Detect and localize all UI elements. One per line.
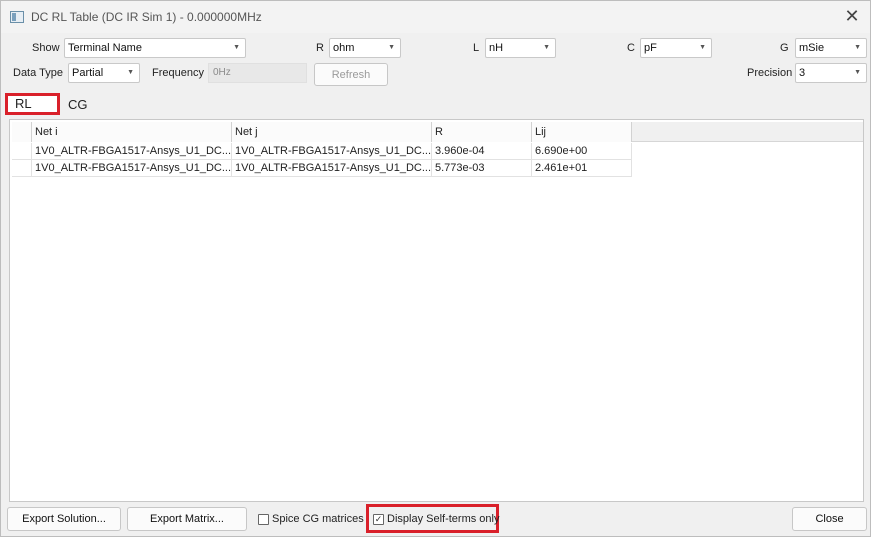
r-unit-value: ohm — [333, 42, 355, 54]
chevron-down-icon: ▼ — [699, 44, 706, 51]
cell-lij[interactable]: 6.690e+00 — [532, 143, 632, 160]
checkbox-box[interactable] — [258, 514, 269, 525]
g-unit-label: G — [780, 42, 789, 54]
l-unit-label: L — [473, 42, 480, 54]
l-unit-value: nH — [489, 42, 504, 54]
spice-cg-checkbox[interactable]: Spice CG matrices — [258, 513, 364, 527]
r-unit-select[interactable]: ohm ▼ — [329, 38, 401, 58]
precision-select[interactable]: 3 ▼ — [795, 63, 867, 83]
export-matrix-button[interactable]: Export Matrix... — [127, 507, 247, 531]
column-header-net-i[interactable]: Net i — [32, 122, 232, 142]
cell-net-j[interactable]: 1V0_ALTR-FBGA1517-Ansys_U1_DC... — [232, 143, 432, 160]
g-unit-value: mSie — [799, 42, 825, 54]
column-header-lij[interactable]: Lij — [532, 122, 632, 142]
frequency-field[interactable]: 0Hz — [208, 63, 307, 83]
cell-r[interactable]: 5.773e-03 — [432, 160, 532, 177]
g-unit-select[interactable]: mSie ▼ — [795, 38, 867, 58]
c-unit-select[interactable]: pF ▼ — [640, 38, 712, 58]
data-type-label: Data Type — [13, 67, 63, 79]
show-select-value: Terminal Name — [68, 42, 142, 54]
frequency-label: Frequency — [152, 67, 204, 79]
show-select[interactable]: Terminal Name ▼ — [64, 38, 246, 58]
column-header-net-j[interactable]: Net j — [232, 122, 432, 142]
r-unit-label: R — [316, 42, 324, 54]
close-button[interactable]: Close — [792, 507, 867, 531]
row-header-corner — [12, 122, 32, 142]
table-header: Net i Net j R Lij — [12, 122, 863, 142]
chevron-down-icon: ▼ — [127, 69, 134, 76]
chevron-down-icon: ▼ — [388, 44, 395, 51]
data-type-select[interactable]: Partial ▼ — [68, 63, 140, 83]
close-window-icon[interactable]: ✕ — [842, 7, 862, 27]
chevron-down-icon: ▼ — [543, 44, 550, 51]
window-title: DC RL Table (DC IR Sim 1) - 0.000000MHz — [31, 10, 262, 24]
cell-net-j[interactable]: 1V0_ALTR-FBGA1517-Ansys_U1_DC... — [232, 160, 432, 177]
dc-rl-table-window: DC RL Table (DC IR Sim 1) - 0.000000MHz … — [0, 0, 871, 537]
title-bar: DC RL Table (DC IR Sim 1) - 0.000000MHz … — [1, 1, 870, 33]
spice-cg-label: Spice CG matrices — [272, 513, 364, 525]
row-header[interactable] — [12, 143, 32, 160]
precision-value: 3 — [799, 67, 806, 79]
tab-rl[interactable]: RL — [5, 93, 60, 115]
column-header-r[interactable]: R — [432, 122, 532, 142]
show-label: Show — [32, 42, 60, 54]
tab-cg[interactable]: CG — [68, 97, 88, 112]
chevron-down-icon: ▼ — [233, 44, 240, 51]
rl-table-panel: Net i Net j R Lij 1V0_ALTR-FBGA1517-Ansy… — [9, 119, 864, 502]
cell-lij[interactable]: 2.461e+01 — [532, 160, 632, 177]
display-self-terms-checkbox[interactable]: ✓ Display Self-terms only — [373, 513, 499, 527]
l-unit-select[interactable]: nH ▼ — [485, 38, 556, 58]
precision-label: Precision — [747, 67, 793, 79]
data-type-value: Partial — [72, 67, 104, 79]
refresh-button[interactable]: Refresh — [314, 63, 388, 86]
row-header[interactable] — [12, 160, 32, 177]
export-solution-button[interactable]: Export Solution... — [7, 507, 121, 531]
c-unit-label: C — [627, 42, 635, 54]
cell-net-i[interactable]: 1V0_ALTR-FBGA1517-Ansys_U1_DC... — [32, 160, 232, 177]
checkbox-checked-icon[interactable]: ✓ — [373, 514, 384, 525]
chevron-down-icon: ▼ — [854, 44, 861, 51]
chevron-down-icon: ▼ — [854, 69, 861, 76]
cell-r[interactable]: 3.960e-04 — [432, 143, 532, 160]
display-self-terms-label: Display Self-terms only — [387, 513, 500, 525]
table-app-icon — [10, 11, 24, 23]
c-unit-value: pF — [644, 42, 657, 54]
cell-net-i[interactable]: 1V0_ALTR-FBGA1517-Ansys_U1_DC... — [32, 143, 232, 160]
